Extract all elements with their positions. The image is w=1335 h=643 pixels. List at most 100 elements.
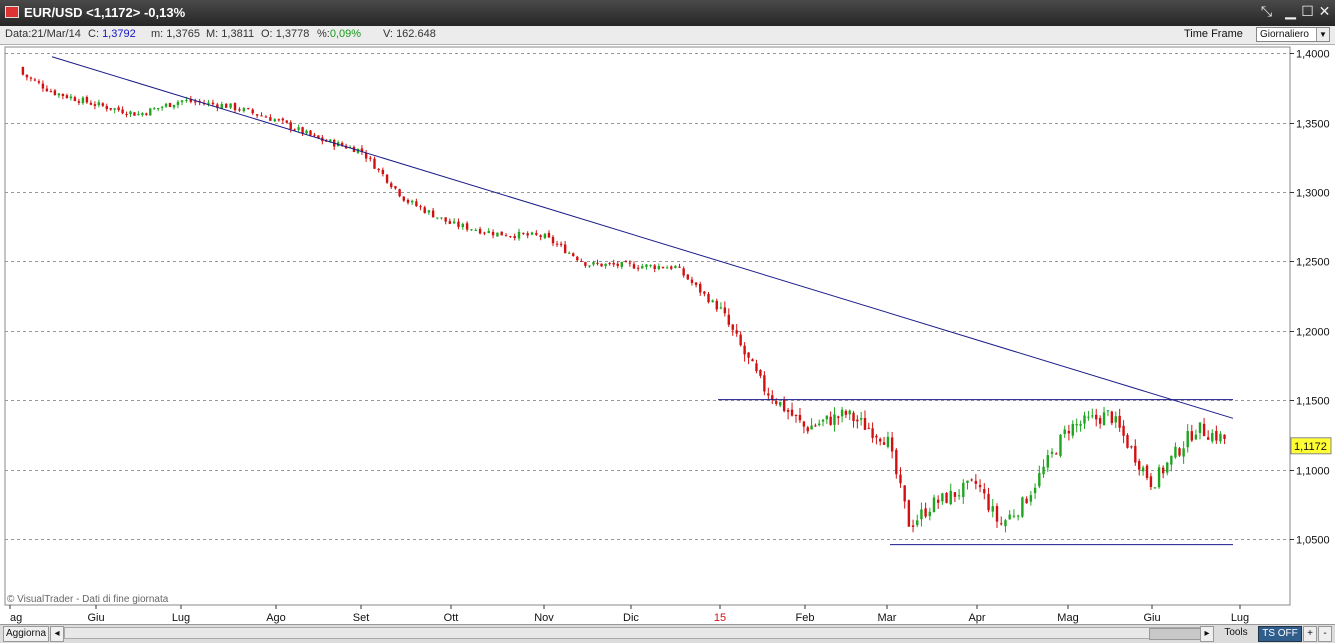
candle-body <box>97 102 101 106</box>
horizontal-scrollbar[interactable] <box>64 627 1212 640</box>
candle-body <box>1046 455 1049 468</box>
candle-body <box>1075 423 1078 426</box>
candle-body <box>419 206 422 208</box>
close-button[interactable]: ✕ <box>1316 4 1333 21</box>
zoom-in-button[interactable]: + <box>1303 626 1317 642</box>
candle-body <box>678 266 681 268</box>
candle-body <box>739 334 742 346</box>
candle-body <box>105 106 108 110</box>
ts-toggle-button[interactable]: TS OFF <box>1258 626 1302 642</box>
pin-icon[interactable]: ⤡ <box>1258 4 1275 21</box>
candle-body <box>398 189 401 197</box>
candle-body <box>903 485 906 502</box>
candle-body <box>970 479 973 481</box>
price-chart[interactable]: 1,4000 1,3500 1,3000 1,2500 1,2000 1,1500 1,10… <box>0 45 1335 624</box>
candle-body <box>25 74 29 78</box>
y-tick-label: 1,3000 <box>1296 188 1330 200</box>
candle-body <box>852 412 855 422</box>
open-label: O: <box>261 28 273 40</box>
candle-body <box>628 262 632 264</box>
candle-body <box>916 520 919 526</box>
candle-body <box>543 233 547 239</box>
candle-body <box>61 93 65 97</box>
x-tick-label: Lug <box>1231 612 1249 624</box>
candle-body <box>694 282 698 285</box>
candle-body <box>1087 416 1090 418</box>
candle-body <box>113 108 116 110</box>
candle-body <box>649 265 652 267</box>
candle-body <box>806 427 809 432</box>
zoom-out-button[interactable]: - <box>1318 626 1332 642</box>
candle-body <box>1055 453 1058 455</box>
x-tick-label: Feb <box>796 612 815 624</box>
candle-body <box>1008 514 1011 520</box>
candle-body <box>957 495 961 497</box>
candle-body <box>402 196 406 201</box>
candle-body <box>526 233 529 236</box>
candle-body <box>125 114 128 116</box>
candle-body <box>879 438 882 442</box>
candle-body <box>37 81 41 83</box>
candle-body <box>220 104 223 109</box>
candle-body <box>1211 432 1214 442</box>
candle-body <box>911 525 915 527</box>
y-tick-label: 1,4000 <box>1296 49 1330 61</box>
candle-body <box>1178 448 1181 456</box>
candle-body <box>117 107 120 111</box>
y-tick-label: 1,3500 <box>1296 119 1330 131</box>
candle-body <box>305 130 308 134</box>
refresh-button[interactable]: Aggiorna <box>3 626 49 642</box>
scrollbar-thumb[interactable] <box>1149 628 1203 640</box>
candle-body <box>242 108 246 112</box>
candle-body <box>233 103 237 111</box>
candle-body <box>1145 465 1149 479</box>
maximize-button[interactable]: ☐ <box>1299 4 1316 21</box>
candle-body <box>1182 448 1185 457</box>
candle-body <box>535 232 538 235</box>
candle-body <box>1134 445 1137 463</box>
x-tick-label: Ott <box>444 612 459 624</box>
candle-body <box>141 113 144 115</box>
candle-body <box>686 274 690 280</box>
candle-body <box>987 493 990 511</box>
candle-body <box>794 414 798 416</box>
candle-body <box>89 102 93 105</box>
candle-body <box>1122 425 1125 436</box>
tools-button[interactable]: Tools <box>1216 626 1256 640</box>
candle-body <box>457 221 460 227</box>
candle-body <box>604 263 607 267</box>
candle-body <box>778 401 782 406</box>
timeframe-value: Giornaliero <box>1260 29 1309 40</box>
candle-body <box>825 415 829 420</box>
candle-body <box>176 101 180 106</box>
candle-body <box>452 221 456 224</box>
candle-body <box>1071 423 1074 436</box>
x-tick-label: Ago <box>266 612 286 624</box>
candle-body <box>782 399 786 412</box>
candle-body <box>653 265 656 269</box>
candle-body <box>539 235 542 238</box>
candle-body <box>580 260 583 262</box>
scroll-left-button[interactable]: ◂ <box>50 626 64 642</box>
candle-body <box>620 262 623 267</box>
open-readout: O: 1,3778 <box>261 28 309 40</box>
timeframe-label: Time Frame <box>1184 28 1243 40</box>
timeframe-select[interactable]: Giornaliero ▼ <box>1256 27 1330 42</box>
candle-body <box>559 243 563 246</box>
candle-body <box>238 109 241 111</box>
candle-body <box>1083 415 1086 424</box>
candle-body <box>491 231 495 236</box>
app-chart-icon <box>5 6 19 18</box>
chart-canvas[interactable]: 1,4000 1,3500 1,3000 1,2500 1,2000 1,1500 1,10… <box>0 45 1335 624</box>
minimize-button[interactable]: ▁ <box>1282 4 1299 21</box>
candle-body <box>920 509 923 520</box>
candle-body <box>941 493 944 502</box>
candle-body <box>863 417 867 430</box>
candle-body <box>530 232 534 235</box>
candle-body <box>1042 466 1045 475</box>
scroll-right-button[interactable]: ▸ <box>1200 626 1214 642</box>
candle-body <box>1130 446 1133 448</box>
candle-body <box>1033 487 1037 494</box>
x-tick-label: Giu <box>87 612 104 624</box>
candle-body <box>949 490 952 505</box>
